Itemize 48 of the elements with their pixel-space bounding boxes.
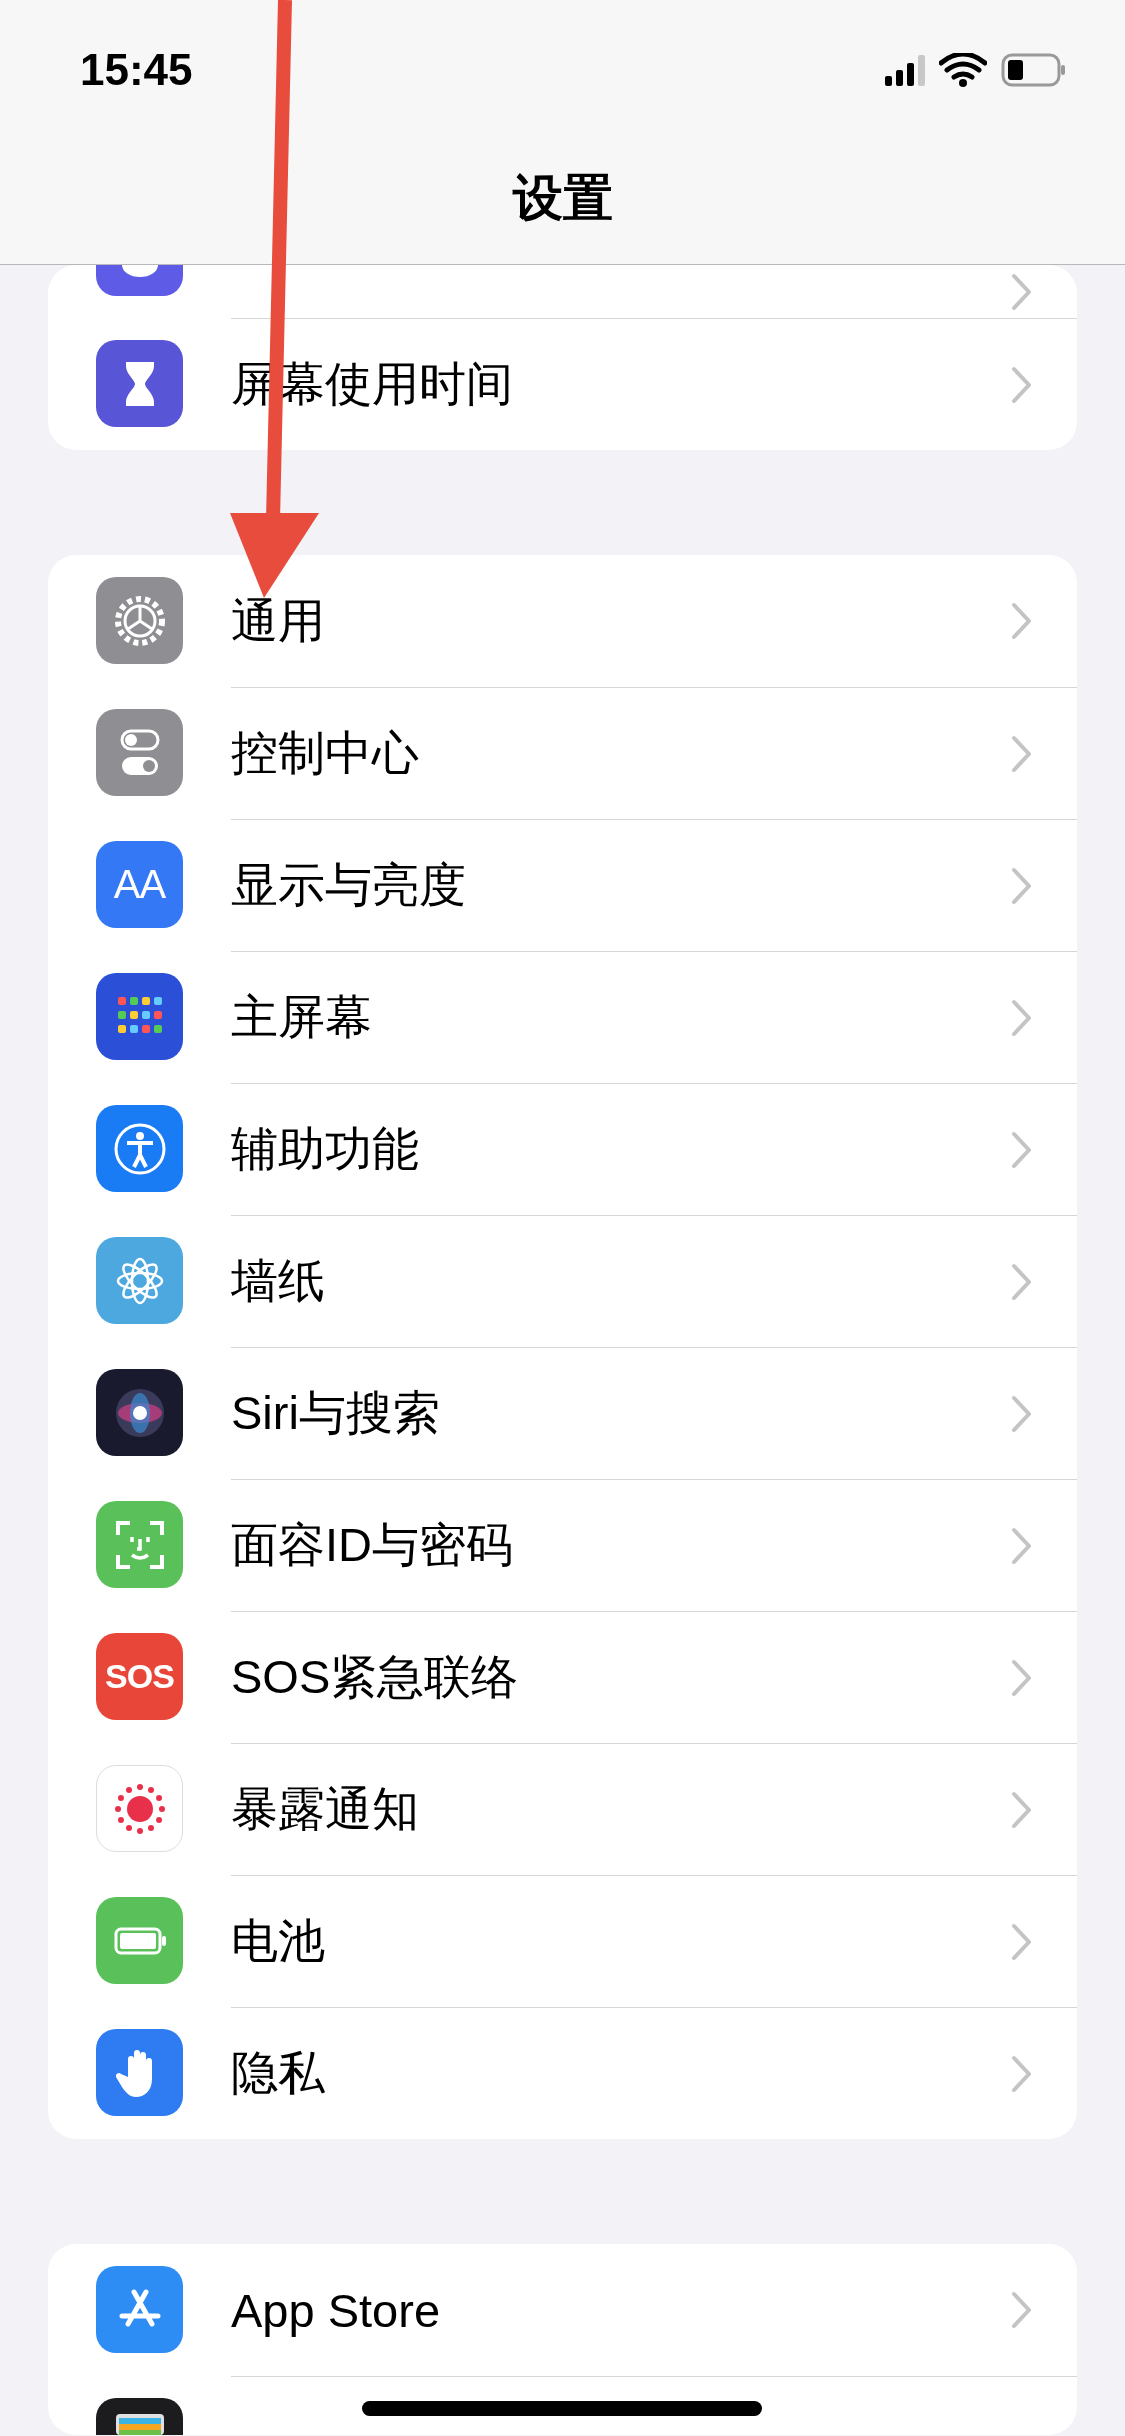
settings-row[interactable]: App Store: [48, 2244, 1077, 2376]
row-label: 显示与亮度: [231, 857, 466, 913]
settings-row[interactable]: 通用: [48, 555, 1077, 687]
row-label: 通用: [231, 592, 325, 649]
settings-row[interactable]: 主屏幕: [48, 951, 1077, 1083]
settings-row[interactable]: 隐私: [48, 2007, 1077, 2139]
row-label: 辅助功能: [231, 1121, 419, 1177]
chevron-icon: [1011, 272, 1033, 311]
settings-row[interactable]: 控制中心: [48, 687, 1077, 819]
icon-label: SOS: [105, 1657, 174, 1696]
wifi-icon: [939, 53, 987, 87]
chevron-icon: [1011, 602, 1033, 640]
chevron-icon: [1011, 2054, 1033, 2093]
battery-status-icon: [1001, 53, 1065, 87]
chevron-icon: [1011, 1130, 1033, 1169]
row-label: 电池: [231, 1913, 325, 1969]
row-label: App Store: [231, 2282, 441, 2338]
row-label: 面容ID与密码: [231, 1517, 513, 1573]
icon-label: AA: [113, 862, 166, 907]
row-label: 暴露通知: [231, 1781, 419, 1837]
page-title: 设置: [512, 169, 613, 228]
row-label: Siri与搜索: [231, 1385, 440, 1441]
chevron-icon: [1011, 1922, 1033, 1961]
chevron-icon: [1011, 1526, 1033, 1565]
settings-row[interactable]: 辅助功能: [48, 1083, 1077, 1215]
chevron-icon: [1011, 998, 1033, 1037]
row-label: 隐私: [231, 2045, 325, 2101]
settings-row[interactable]: Siri与搜索: [48, 1347, 1077, 1479]
settings-row[interactable]: SOS SOS紧急联络: [48, 1611, 1077, 1743]
chevron-icon: [1011, 1790, 1033, 1829]
chevron-icon: [1011, 1262, 1033, 1301]
chevron-icon: [1011, 866, 1033, 905]
settings-row[interactable]: 暴露通知: [48, 1743, 1077, 1875]
settings-row[interactable]: 面容ID与密码: [48, 1479, 1077, 1611]
settings-row[interactable]: 电池: [48, 1875, 1077, 2007]
settings-row[interactable]: 墙纸: [48, 1215, 1077, 1347]
settings-row[interactable]: AA 显示与亮度: [48, 819, 1077, 951]
chevron-icon: [1011, 734, 1033, 773]
chevron-icon: [1011, 1658, 1033, 1697]
row-label: SOS紧急联络: [231, 1649, 519, 1705]
chevron-icon: [1011, 1394, 1033, 1433]
chevron-icon: [1011, 365, 1033, 404]
status-time: 15:45: [80, 45, 193, 95]
row-label: 控制中心: [231, 725, 419, 781]
signal-icon: [885, 54, 925, 86]
chevron-icon: [1011, 2291, 1033, 2329]
row-label: 墙纸: [231, 1253, 325, 1309]
row-label: 主屏幕: [231, 989, 372, 1045]
